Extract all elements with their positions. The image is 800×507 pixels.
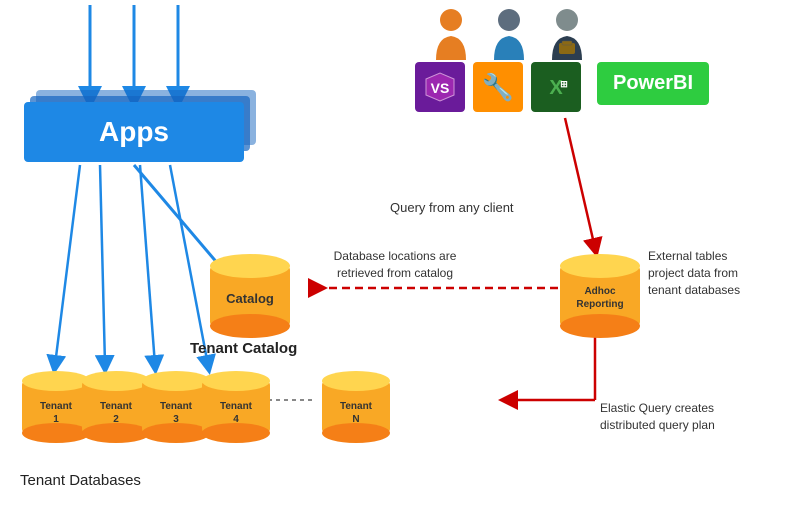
tenant-catalog-label: Tenant Catalog	[190, 340, 297, 357]
diagram: Apps Catalog Tenant Catalog Tenant Datab…	[0, 0, 800, 507]
catalog-svg: Catalog	[205, 248, 295, 338]
svg-text:2: 2	[113, 414, 119, 425]
apps-box: Apps	[24, 102, 244, 162]
svg-text:VS: VS	[431, 80, 450, 96]
tenant-db-4: Tenant 4	[198, 365, 274, 448]
excel-icon: X ⊞	[531, 62, 581, 112]
svg-text:1: 1	[53, 414, 59, 425]
svg-text:Tenant: Tenant	[40, 401, 73, 412]
svg-text:Tenant: Tenant	[100, 401, 133, 412]
tools-icon: 🔧	[473, 62, 523, 112]
external-tables-label: External tablesproject data fromtenant d…	[648, 248, 788, 298]
svg-text:Reporting: Reporting	[576, 299, 623, 310]
adhoc-reporting: Adhoc Reporting	[555, 248, 645, 343]
query-from-client-label: Query from any client	[390, 200, 514, 215]
person-icon-3	[546, 8, 588, 65]
visual-studio-icon: VS	[415, 62, 465, 112]
tenant-db-n: Tenant N	[318, 365, 394, 448]
apps-label: Apps	[99, 116, 169, 148]
db-locations-label: Database locations areretrieved from cat…	[330, 248, 460, 282]
svg-text:⊞: ⊞	[560, 79, 568, 89]
svg-text:N: N	[352, 414, 359, 425]
svg-text:Tenant: Tenant	[160, 401, 193, 412]
svg-text:Tenant: Tenant	[340, 401, 373, 412]
catalog-cylinder: Catalog	[205, 248, 295, 343]
person-icon-2	[488, 8, 530, 65]
tenant-db-label: Tenant Databases	[20, 472, 141, 489]
powerbi-badge: PowerBI	[597, 62, 709, 105]
person-icon-1	[430, 8, 472, 65]
svg-text:Catalog: Catalog	[226, 291, 274, 306]
svg-text:4: 4	[233, 414, 239, 425]
svg-text:3: 3	[173, 414, 179, 425]
elastic-query-label: Elastic Query createsdistributed query p…	[600, 400, 760, 434]
svg-text:Tenant: Tenant	[220, 401, 253, 412]
svg-text:Adhoc: Adhoc	[584, 286, 616, 297]
